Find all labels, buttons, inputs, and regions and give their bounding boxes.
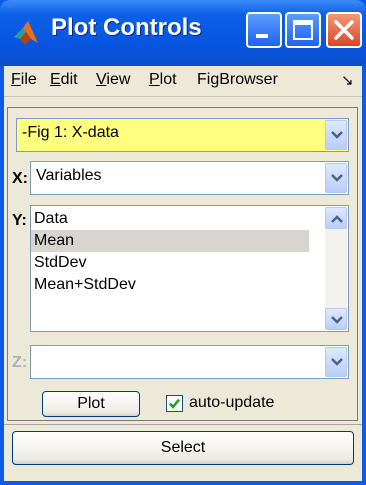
- chevron-down-icon: [331, 174, 343, 182]
- auto-update-label: auto-update: [189, 394, 275, 411]
- list-item-selected[interactable]: Mean: [31, 230, 309, 252]
- menu-view-rest: iew: [106, 71, 131, 88]
- figure-dropdown-button[interactable]: [325, 120, 347, 150]
- title-bar[interactable]: Plot Controls: [0, 0, 366, 66]
- matlab-logo-icon: [14, 21, 38, 45]
- controls-panel: -Fig 1: X-data X: Variables Y: Data Mean…: [7, 107, 358, 421]
- list-item[interactable]: Mean+StdDev: [31, 274, 309, 296]
- list-item[interactable]: StdDev: [31, 252, 309, 274]
- z-axis-selector[interactable]: [30, 345, 349, 379]
- window-title: Plot Controls: [51, 14, 202, 41]
- close-button[interactable]: [326, 12, 362, 48]
- client-area: File Edit View Plot FigBrowser ↘ -Fig 1:…: [4, 66, 362, 481]
- x-axis-value: Variables: [36, 167, 102, 184]
- minimize-button[interactable]: [246, 12, 282, 48]
- menu-plot-rest: lot: [159, 71, 177, 88]
- scroll-up-button[interactable]: [325, 207, 347, 229]
- menu-overflow-icon[interactable]: ↘: [341, 71, 354, 89]
- chevron-down-icon: [331, 358, 343, 366]
- menu-figbrowser[interactable]: FigBrowser: [197, 71, 278, 89]
- menu-edit-mnemonic: E: [50, 71, 61, 88]
- menu-file-rest: ile: [20, 71, 37, 88]
- chevron-up-icon: [331, 215, 343, 223]
- chevron-down-icon: [331, 316, 343, 324]
- scroll-down-button[interactable]: [325, 308, 347, 330]
- separator: [4, 424, 362, 425]
- menu-plot[interactable]: Plot: [149, 71, 177, 89]
- menu-edit[interactable]: Edit: [50, 71, 78, 89]
- menu-figbrowser-label: FigBrowser: [197, 71, 278, 88]
- menu-edit-rest: dit: [60, 71, 78, 88]
- x-axis-selector[interactable]: Variables: [30, 161, 349, 195]
- plot-controls-window: Plot Controls File Edit View Plot FigBro…: [0, 0, 366, 485]
- y-axis-label: Y:: [12, 212, 27, 229]
- chevron-down-icon: [331, 131, 343, 139]
- menu-bar: File Edit View Plot FigBrowser ↘: [4, 66, 362, 97]
- auto-update-checkbox[interactable]: [166, 395, 183, 412]
- menu-file[interactable]: File: [11, 71, 37, 89]
- list-item[interactable]: Data: [31, 208, 309, 230]
- plot-button[interactable]: Plot: [42, 391, 140, 417]
- list-scrollbar[interactable]: [325, 207, 347, 330]
- close-icon: [334, 20, 354, 40]
- menu-plot-mnemonic: P: [149, 71, 160, 88]
- x-axis-label: X:: [12, 170, 28, 187]
- menu-file-mnemonic: F: [11, 71, 21, 88]
- menu-view[interactable]: View: [96, 71, 130, 89]
- minimize-icon: [256, 34, 268, 38]
- select-button[interactable]: Select: [12, 431, 354, 465]
- menu-view-mnemonic: V: [96, 71, 107, 88]
- figure-selector-value: -Fig 1: X-data: [22, 124, 119, 141]
- z-axis-label: Z:: [12, 354, 28, 371]
- checkmark-icon: [169, 398, 181, 410]
- y-variable-list[interactable]: Data Mean StdDev Mean+StdDev: [30, 205, 349, 332]
- z-dropdown-button[interactable]: [325, 347, 347, 377]
- maximize-button[interactable]: [285, 12, 321, 48]
- maximize-icon: [293, 20, 313, 40]
- x-dropdown-button[interactable]: [325, 163, 347, 193]
- figure-selector[interactable]: -Fig 1: X-data: [16, 118, 349, 152]
